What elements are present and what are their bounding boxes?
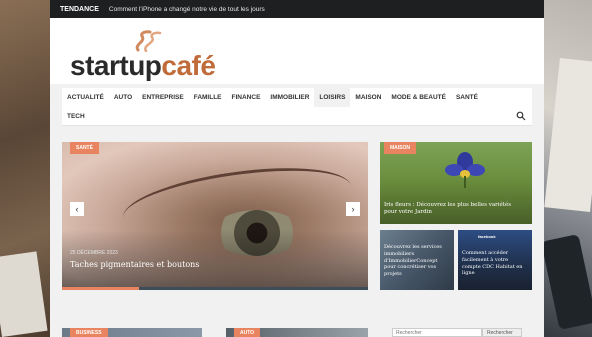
nav-row-1: ACTUALITÉ AUTO ENTREPRISE FAMILLE FINANC… <box>62 88 532 107</box>
chevron-right-icon[interactable]: › <box>346 202 360 216</box>
logo-text-cafe: café <box>161 50 216 81</box>
nav-item-finance[interactable]: FINANCE <box>227 88 266 107</box>
article-thumb-auto[interactable]: AUTO <box>226 328 368 337</box>
thumb-category-badge[interactable]: BUSINESS <box>70 328 108 337</box>
nav-item-auto[interactable]: AUTO <box>109 88 137 107</box>
search-input[interactable] <box>392 328 482 337</box>
background-newspaper <box>544 58 592 212</box>
nav-item-tech[interactable]: TECH <box>62 107 90 126</box>
slider-progress-bar <box>62 287 368 290</box>
trending-label: TENDANCE <box>60 5 99 13</box>
trending-bar: TENDANCE Comment l'iPhone a changé notre… <box>50 0 544 18</box>
slider-category-badge[interactable]: SANTÉ <box>70 142 99 154</box>
trending-headline-link[interactable]: Comment l'iPhone a changé notre vie de t… <box>109 6 265 13</box>
background-newspaper <box>0 251 48 337</box>
site-logo[interactable]: startup café <box>70 30 230 80</box>
nav-item-immobilier[interactable]: IMMOBILIER <box>265 88 314 107</box>
featured-slider[interactable]: SANTÉ ‹ › 25 DÉCEMBRE 2023 Taches pigmen… <box>62 142 368 290</box>
thumb-category-badge[interactable]: AUTO <box>234 328 261 337</box>
main-navigation: ACTUALITÉ AUTO ENTREPRISE FAMILLE FINANC… <box>62 88 532 126</box>
site-header: startup café <box>50 18 544 84</box>
nav-item-loisirs[interactable]: LOISIRS <box>314 88 351 107</box>
steam-icon <box>135 30 162 52</box>
nav-item-mode-beaute[interactable]: MODE & BEAUTÉ <box>386 88 451 107</box>
card-title-link[interactable]: Iris fleurs : Découvrez les plus belles … <box>384 202 524 216</box>
background-right <box>541 0 592 337</box>
nav-row-2: TECH <box>62 107 532 126</box>
background-left <box>0 0 50 337</box>
nav-item-famille[interactable]: FAMILLE <box>189 88 227 107</box>
article-thumb-business[interactable]: BUSINESS <box>62 328 202 337</box>
card-title-link[interactable]: Comment accéder facilement à votre compt… <box>462 250 528 277</box>
nav-item-entreprise[interactable]: ENTREPRISE <box>137 88 189 107</box>
card-title-link[interactable]: Découvrez les services immobiliers d'Imm… <box>384 244 450 278</box>
search-icon[interactable] <box>516 111 526 121</box>
article-card-cdc-habitat[interactable]: facebook Comment accéder facilement à vo… <box>458 230 532 290</box>
logo-text-startup: startup <box>70 50 162 81</box>
nav-item-maison[interactable]: MAISON <box>350 88 386 107</box>
slider-progress-fill <box>62 287 139 290</box>
background-phone <box>541 234 592 330</box>
facebook-screen-text: facebook <box>478 234 496 239</box>
chevron-left-icon[interactable]: ‹ <box>70 202 84 216</box>
nav-item-actualite[interactable]: ACTUALITÉ <box>62 88 109 107</box>
page-container: startup café ACTUALITÉ AUTO ENTREPRISE FA… <box>50 18 544 337</box>
nav-item-sante[interactable]: SANTÉ <box>451 88 483 107</box>
article-card-immobilier[interactable]: Découvrez les services immobiliers d'Imm… <box>380 230 454 290</box>
card-category-badge[interactable]: MAISON <box>384 142 416 154</box>
sidebar-search: Rechercher <box>392 328 522 337</box>
slider-date: 25 DÉCEMBRE 2023 <box>70 250 118 256</box>
article-card-iris[interactable]: MAISON Iris fleurs : Découvrez les plus … <box>380 142 532 224</box>
iris-flower-image <box>445 152 485 188</box>
slider-title-link[interactable]: Taches pigmentaires et boutons <box>70 260 199 269</box>
search-button[interactable]: Rechercher <box>482 328 522 337</box>
